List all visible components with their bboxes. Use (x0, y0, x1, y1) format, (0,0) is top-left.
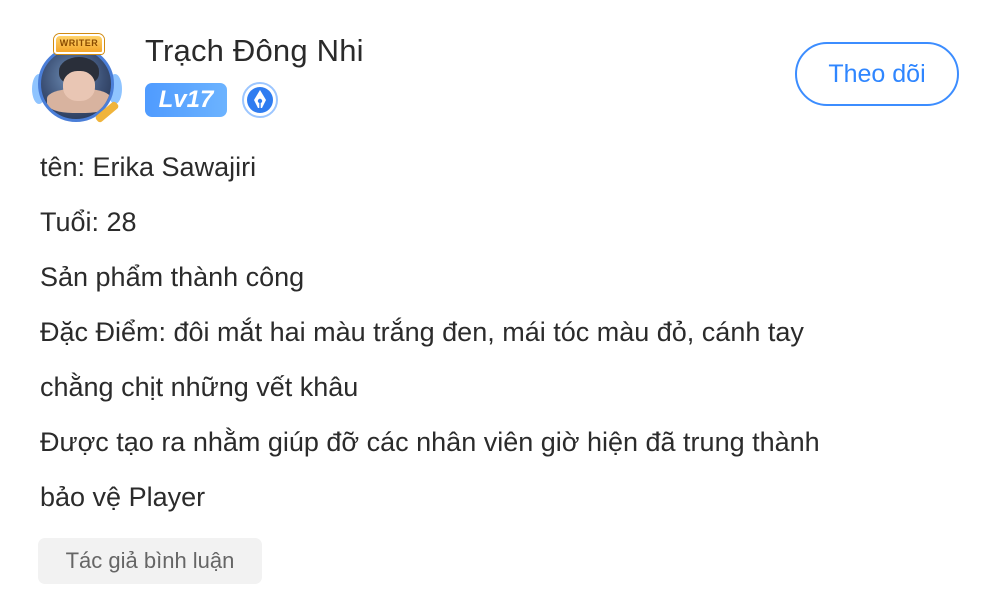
post-line: chằng chịt những vết khâu (40, 372, 359, 402)
avatar-writer-badge: WRITER (54, 34, 104, 54)
pen-nib-badge-icon (240, 81, 280, 119)
post-line: Được tạo ra nhằm giúp đỡ các nhân viên g… (40, 427, 820, 457)
post-line: Đặc Điểm: đôi mắt hai màu trắng đen, mái… (40, 317, 804, 347)
post-line: tên: Erika Sawajiri (40, 152, 257, 182)
post-body: tên: Erika Sawajiri Tuổi: 28 Sản phẩm th… (40, 140, 970, 525)
post-line: Tuổi: 28 (40, 207, 137, 237)
post-line: Sản phẩm thành công (40, 262, 305, 292)
follow-button[interactable]: Theo dõi (795, 42, 959, 106)
username[interactable]: Trạch Đông Nhi (145, 33, 364, 69)
author-comment-tag[interactable]: Tác giả bình luận (38, 538, 262, 584)
post-header: WRITER Trạch Đông Nhi Lv17 Theo dõi (0, 0, 1000, 140)
post-line: bảo vệ Player (40, 482, 206, 512)
level-badge: Lv17 (145, 83, 227, 117)
avatar[interactable]: WRITER (30, 34, 124, 124)
